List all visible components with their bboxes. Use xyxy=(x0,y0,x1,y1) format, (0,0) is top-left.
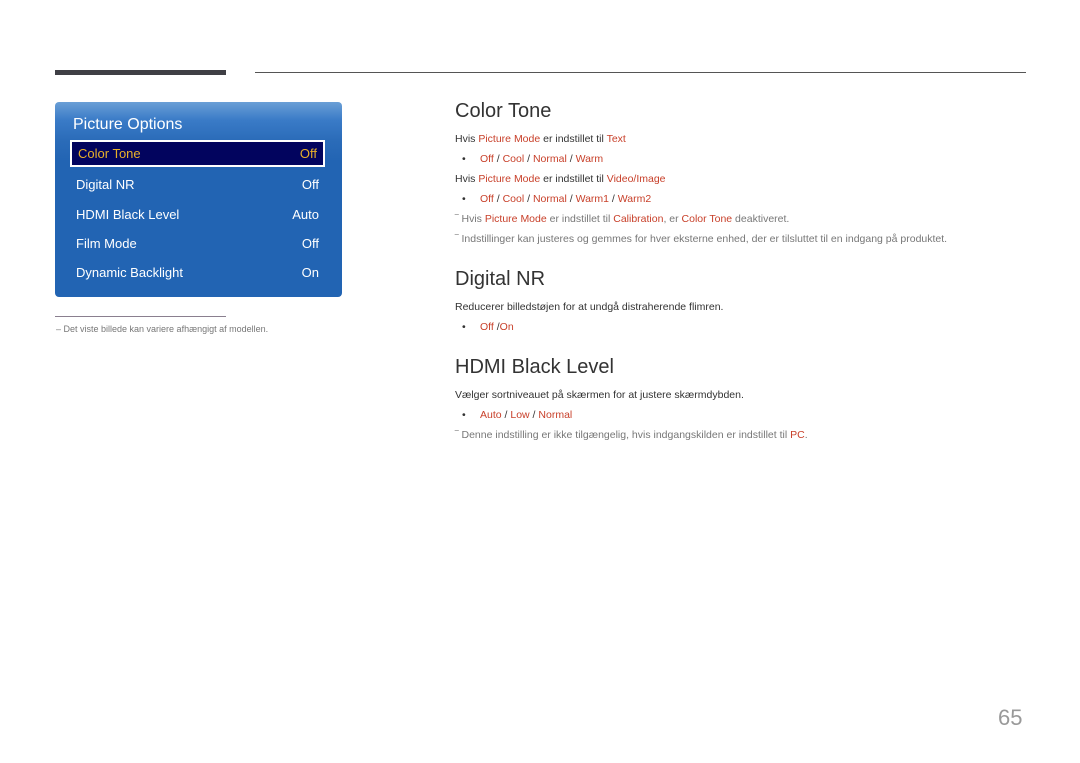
text: er indstillet til xyxy=(540,173,607,185)
condition-text: Hvis Picture Mode er indstillet til Vide… xyxy=(455,169,1035,189)
menu-item-digital-nr[interactable]: Digital NR Off xyxy=(70,171,325,198)
section-color-tone: Color Tone Hvis Picture Mode er indstill… xyxy=(455,100,1035,249)
menu-item-value: Off xyxy=(301,177,319,192)
condition-text: Hvis Picture Mode er indstillet til Text xyxy=(455,129,1035,149)
menu-item-dynamic-backlight[interactable]: Dynamic Backlight On xyxy=(70,259,325,286)
menu-item-value: Off xyxy=(301,236,319,251)
option: Off xyxy=(480,153,494,165)
menu-item-label: Color Tone xyxy=(78,146,141,161)
separator: / xyxy=(609,193,618,205)
highlight-term: PC xyxy=(790,429,805,441)
header-rule-thin xyxy=(255,72,1026,73)
bullet-icon: • xyxy=(462,153,466,165)
picture-options-panel: Picture Options Color Tone Off Digital N… xyxy=(55,102,342,297)
menu-item-label: Digital NR xyxy=(76,177,135,192)
section-hdmi-black-level: HDMI Black Level Vælger sortniveauet på … xyxy=(455,356,1035,445)
menu-item-label: HDMI Black Level xyxy=(76,207,180,222)
note-dash-icon: ‾ xyxy=(455,213,459,225)
text: Hvis xyxy=(461,213,485,225)
separator: / xyxy=(493,153,503,165)
text: , er xyxy=(663,213,682,225)
note: ‾ Indstillinger kan justeres og gemmes fo… xyxy=(455,229,1035,249)
highlight-term: Video/Image xyxy=(606,173,666,185)
text: Indstillinger kan justeres og gemmes for… xyxy=(461,233,948,245)
panel-title: Picture Options xyxy=(73,116,183,133)
highlight-term: Picture Mode xyxy=(478,133,541,145)
bullet-icon: • xyxy=(462,193,466,205)
highlight-term: Picture Mode xyxy=(484,213,547,225)
text: er indstillet til xyxy=(540,133,607,145)
separator: / xyxy=(524,193,533,205)
option: Normal xyxy=(532,153,567,165)
menu-item-hdmi-black-level[interactable]: HDMI Black Level Auto xyxy=(70,201,325,228)
bullet-icon: • xyxy=(462,321,466,333)
option: Cool xyxy=(502,153,525,165)
menu-item-value: Auto xyxy=(292,207,319,222)
text: deaktiveret. xyxy=(732,213,790,225)
options-list: • Off /On xyxy=(455,317,1035,337)
menu-item-label: Dynamic Backlight xyxy=(76,265,183,280)
page-number: 65 xyxy=(998,705,1023,730)
option: Off xyxy=(480,321,494,333)
menu-item-label: Film Mode xyxy=(76,236,137,251)
separator: / xyxy=(566,153,576,165)
highlight-term: Text xyxy=(606,133,626,145)
highlight-term: Color Tone xyxy=(681,213,733,225)
section-title: Digital NR xyxy=(455,268,546,290)
option: Cool xyxy=(502,193,525,205)
option: Low xyxy=(510,409,530,421)
text: er indstillet til xyxy=(546,213,614,225)
text: . xyxy=(804,429,808,441)
text: Denne indstilling er ikke tilgængelig, h… xyxy=(461,429,791,441)
options-list: • Off / Cool / Normal / Warm xyxy=(455,149,1035,169)
section-title: HDMI Black Level xyxy=(455,356,614,378)
section-description: Vælger sortniveauet på skærmen for at ju… xyxy=(455,389,744,401)
option: On xyxy=(499,321,514,333)
text: Hvis xyxy=(455,133,479,145)
menu-item-value: On xyxy=(301,265,319,280)
separator: / xyxy=(524,153,533,165)
option: Auto xyxy=(480,409,502,421)
note: ‾ Denne indstilling er ikke tilgængelig, … xyxy=(455,425,1035,445)
separator: / xyxy=(493,193,503,205)
option: Off xyxy=(480,193,494,205)
option: Warm2 xyxy=(617,193,652,205)
menu-item-color-tone[interactable]: Color Tone Off xyxy=(70,140,325,167)
option: Normal xyxy=(538,409,573,421)
option: Warm1 xyxy=(575,193,610,205)
note: ‾ Hvis Picture Mode er indstillet til Cal… xyxy=(455,209,1035,229)
note-dash-icon: ‾ xyxy=(455,429,459,441)
menu-item-film-mode[interactable]: Film Mode Off xyxy=(70,230,325,257)
menu-item-value: Off xyxy=(299,146,317,161)
bullet-icon: • xyxy=(462,409,466,421)
option: Warm xyxy=(575,153,604,165)
section-description: Reducerer billedstøjen for at undgå dist… xyxy=(455,301,724,313)
options-list: • Off / Cool / Normal / Warm1 / Warm2 xyxy=(455,189,1035,209)
footnote-divider xyxy=(55,316,226,317)
text: Hvis xyxy=(455,173,479,185)
highlight-term: Calibration xyxy=(613,213,664,225)
section-digital-nr: Digital NR Reducerer billedstøjen for at… xyxy=(455,268,1035,337)
options-list: • Auto / Low / Normal xyxy=(455,405,1035,425)
highlight-term: Picture Mode xyxy=(478,173,541,185)
separator: / xyxy=(566,193,576,205)
footnote: – Det viste billede kan variere afhængig… xyxy=(56,324,269,334)
note-dash-icon: ‾ xyxy=(455,233,459,245)
section-title: Color Tone xyxy=(455,100,552,122)
option: Normal xyxy=(532,193,567,205)
header-rule-thick xyxy=(55,70,226,75)
